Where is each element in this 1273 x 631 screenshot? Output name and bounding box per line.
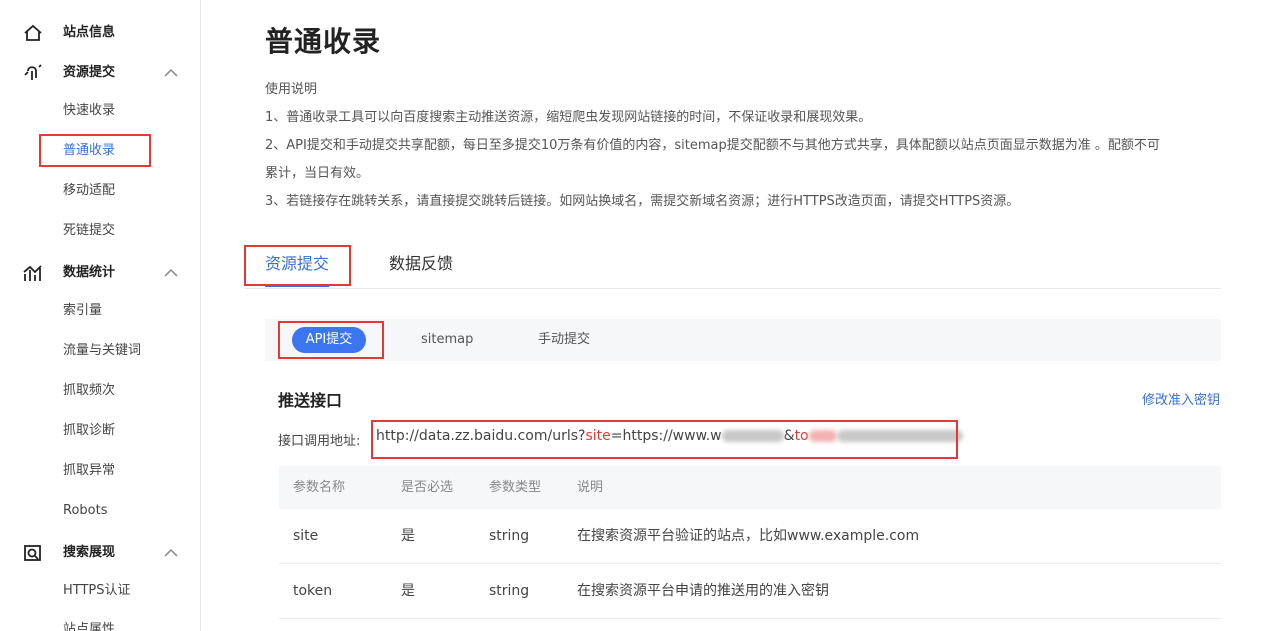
sidebar-item-https-auth[interactable]: HTTPS认证: [63, 581, 131, 601]
highlight-box: [39, 134, 151, 167]
table-header-cell: 参数名称: [293, 480, 346, 495]
table-header-cell: 参数类型: [489, 480, 542, 495]
subtab-manual-submit[interactable]: 手动提交: [538, 319, 590, 361]
usage-line: 2、API提交和手动提交共享配额，每日至多提交10万条有价值的内容，sitema…: [265, 138, 1160, 153]
param-table: 参数名称 是否必选 参数类型 说明 site 是 string 在搜索资源平台验…: [279, 466, 1221, 619]
home-icon: [24, 24, 42, 41]
usage-line: 累计，当日有效。: [265, 166, 370, 181]
usage-line: 1、普通收录工具可以向百度搜索主动推送资源，缩短爬虫发现网站链接的时间，不保证收…: [265, 110, 872, 125]
nav-group-label: 资源提交: [63, 65, 116, 80]
stats-icon: [23, 265, 42, 281]
sidebar-item-crawl-diagnosis[interactable]: 抓取诊断: [63, 421, 115, 441]
table-header-cell: 是否必选: [401, 480, 454, 495]
highlight-box: [244, 245, 351, 286]
highlight-box: [278, 321, 384, 359]
nav-group-label: 站点信息: [63, 25, 116, 40]
usage-title: 使用说明: [265, 82, 318, 97]
nav-group-label: 搜索展现: [63, 545, 116, 560]
table-cell: site: [293, 528, 319, 544]
nav-group-data-stats[interactable]: 数据统计: [0, 258, 200, 288]
submit-icon: [24, 64, 42, 80]
table-cell: 在搜索资源平台申请的推送用的准入密钥: [577, 583, 829, 599]
edit-key-link[interactable]: 修改准入密钥: [1142, 389, 1220, 408]
table-cell: string: [489, 583, 530, 599]
table-cell: 是: [401, 583, 415, 599]
sidebar-item-index-volume[interactable]: 索引量: [63, 301, 102, 321]
page-title: 普通收录: [265, 25, 382, 58]
tab-bar: 资源提交 数据反馈: [245, 244, 1221, 289]
nav-group-resource-submit[interactable]: 资源提交: [0, 58, 200, 88]
usage-line: 3、若链接存在跳转关系，请直接提交跳转后链接。如网站换域名，需提交新域名资源；进…: [265, 194, 1020, 209]
section-title: 推送接口: [278, 391, 343, 410]
table-cell: 是: [401, 528, 415, 544]
table-header: 参数名称 是否必选 参数类型 说明: [279, 466, 1221, 509]
sidebar-item-quick-index[interactable]: 快速收录: [63, 101, 115, 121]
highlight-box: [371, 420, 958, 459]
sidebar-item-mobile-adapt[interactable]: 移动适配: [63, 181, 115, 201]
url-label: 接口调用地址:: [278, 434, 361, 449]
subtab-sitemap[interactable]: sitemap: [421, 319, 473, 361]
tab-data-feedback[interactable]: 数据反馈: [389, 244, 453, 288]
table-header-cell: 说明: [577, 480, 604, 495]
sidebar-item-robots[interactable]: Robots: [63, 501, 107, 521]
search-display-icon: [24, 545, 41, 561]
chevron-up-icon[interactable]: [163, 546, 179, 560]
sidebar-item-traffic-keywords[interactable]: 流量与关键词: [63, 341, 141, 361]
table-row: site 是 string 在搜索资源平台验证的站点，比如www.example…: [279, 509, 1221, 564]
nav-group-site-info[interactable]: 站点信息: [0, 18, 200, 48]
table-cell: 在搜索资源平台验证的站点，比如www.example.com: [577, 528, 920, 544]
sidebar: 站点信息 资源提交 快速收录 普通收录 移动适配 死链提交 数据统计 索引量 流…: [0, 0, 201, 631]
nav-group-label: 数据统计: [63, 265, 116, 280]
chevron-up-icon[interactable]: [163, 66, 179, 80]
subtab-bar: API提交 sitemap 手动提交: [265, 319, 1221, 361]
table-cell: string: [489, 528, 530, 544]
sidebar-item-crawl-frequency[interactable]: 抓取频次: [63, 381, 115, 401]
main-content: 普通收录 使用说明 1、普通收录工具可以向百度搜索主动推送资源，缩短爬虫发现网站…: [201, 0, 1273, 631]
table-cell: token: [293, 583, 333, 599]
sidebar-item-dead-link[interactable]: 死链提交: [63, 221, 115, 241]
sidebar-item-site-attributes[interactable]: 站点属性: [63, 620, 115, 631]
nav-group-search-display[interactable]: 搜索展现: [0, 538, 200, 568]
chevron-up-icon[interactable]: [163, 266, 179, 280]
sidebar-item-crawl-errors[interactable]: 抓取异常: [63, 461, 115, 481]
table-row: token 是 string 在搜索资源平台申请的推送用的准入密钥: [279, 564, 1221, 619]
